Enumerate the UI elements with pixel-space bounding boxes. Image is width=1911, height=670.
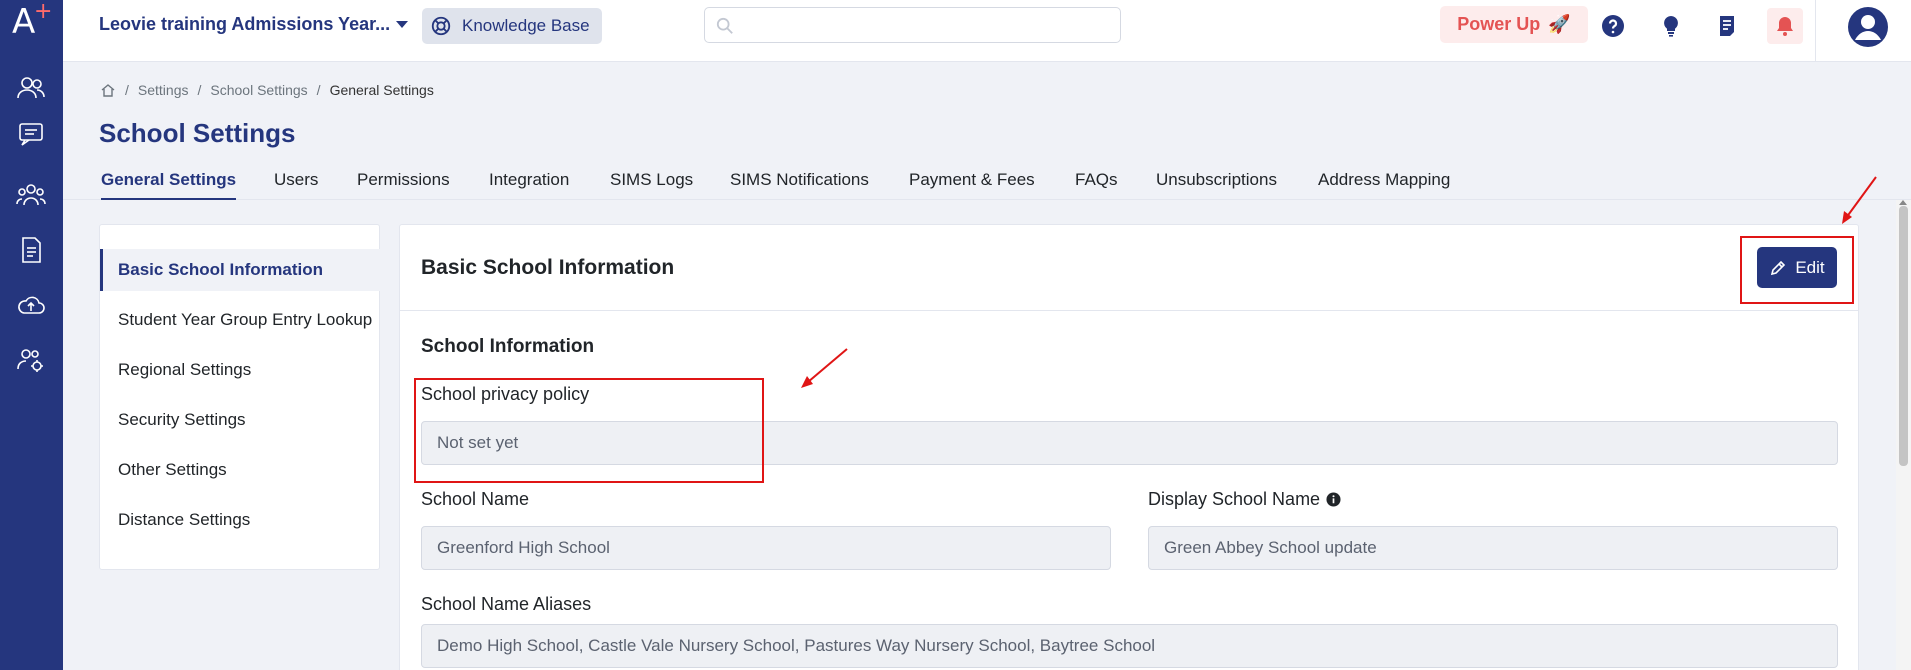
notes-icon[interactable]: [1709, 8, 1745, 44]
tab-sims-logs[interactable]: SIMS Logs: [610, 170, 693, 190]
label-text: Display School Name: [1148, 489, 1321, 509]
side-nav-label: Security Settings: [118, 410, 246, 429]
display-school-name-label: Display School Name: [1148, 489, 1341, 510]
side-nav-security-settings[interactable]: Security Settings: [100, 399, 380, 441]
knowledge-base-label: Knowledge Base: [462, 16, 590, 35]
card-title: Basic School Information: [421, 256, 675, 279]
logo-plus: +: [34, 0, 53, 24]
rocket-icon: 🚀: [1548, 14, 1571, 34]
left-rail: A +: [0, 0, 63, 670]
tab-payment-fees[interactable]: Payment & Fees: [909, 170, 1035, 190]
logo-letter: A: [12, 2, 36, 42]
school-name-field[interactable]: Greenford High School: [421, 526, 1111, 570]
breadcrumb-school-settings[interactable]: School Settings: [210, 82, 307, 98]
rail-group-icon[interactable]: [12, 178, 50, 212]
side-nav-label: Regional Settings: [118, 360, 252, 379]
search-icon: [716, 17, 733, 34]
settings-side-nav: Basic School Information Student Year Gr…: [99, 224, 380, 570]
label-text: School Name: [421, 489, 530, 509]
page-scrollbar[interactable]: [1896, 200, 1911, 670]
side-nav-regional-settings[interactable]: Regional Settings: [100, 349, 380, 391]
side-nav-basic-school-information[interactable]: Basic School Information: [100, 249, 380, 291]
page-title: School Settings: [99, 118, 296, 148]
caret-down-icon: [396, 21, 409, 28]
tab-general-settings[interactable]: General Settings: [101, 170, 237, 200]
tab-permissions[interactable]: Permissions: [357, 170, 450, 190]
user-avatar-icon[interactable]: [1847, 6, 1889, 48]
label-text: School Name Aliases: [421, 594, 592, 614]
breadcrumb-settings[interactable]: Settings: [138, 82, 189, 98]
knowledge-base-button[interactable]: Knowledge Base: [422, 8, 602, 44]
arrow-annotation-privacy: [801, 348, 848, 388]
breadcrumb-separator: /: [197, 82, 202, 98]
side-nav-distance-settings[interactable]: Distance Settings: [100, 499, 380, 541]
rail-users-settings-icon[interactable]: [12, 343, 50, 377]
side-nav-label: Basic School Information: [118, 260, 323, 279]
rail-document-icon[interactable]: [12, 233, 50, 267]
tab-sims-notifications[interactable]: SIMS Notifications: [730, 170, 869, 190]
breadcrumb-separator: /: [125, 82, 129, 98]
power-up-button[interactable]: Power Up 🚀: [1440, 6, 1588, 43]
scrollbar-thumb[interactable]: [1899, 206, 1908, 466]
scroll-up-arrow-icon[interactable]: [1899, 200, 1907, 205]
breadcrumb-general-settings: General Settings: [329, 82, 434, 98]
rail-cloud-upload-icon[interactable]: [12, 288, 50, 322]
card-header: Basic School Information Edit: [400, 225, 1858, 311]
header-divider: [1815, 0, 1816, 62]
display-school-name-field[interactable]: Green Abbey School update: [1148, 526, 1838, 570]
breadcrumb-separator: /: [316, 82, 321, 98]
notification-bell-icon[interactable]: [1767, 8, 1803, 44]
rail-users-icon[interactable]: [12, 71, 50, 105]
tab-users[interactable]: Users: [274, 170, 318, 190]
power-up-label: Power Up: [1457, 14, 1541, 34]
home-icon[interactable]: [100, 82, 116, 98]
tab-integration[interactable]: Integration: [489, 170, 569, 190]
side-nav-other-settings[interactable]: Other Settings: [100, 449, 380, 491]
workspace-selector[interactable]: Leovie training Admissions Year...: [99, 14, 409, 35]
side-nav-student-year-group[interactable]: Student Year Group Entry Lookup: [100, 299, 380, 341]
tab-address-mapping[interactable]: Address Mapping: [1318, 170, 1450, 190]
search-input[interactable]: [704, 7, 1121, 43]
lightbulb-icon[interactable]: [1653, 8, 1689, 44]
school-name-aliases-field[interactable]: Demo High School, Castle Vale Nursery Sc…: [421, 624, 1838, 668]
rail-messages-icon[interactable]: [12, 117, 50, 151]
privacy-highlight-box: [414, 378, 764, 483]
help-icon[interactable]: [1595, 8, 1631, 44]
side-nav-label: Student Year Group Entry Lookup: [118, 310, 373, 329]
tab-faqs[interactable]: FAQs: [1075, 170, 1118, 190]
workspace-title: Leovie training Admissions Year...: [99, 14, 391, 34]
lifebuoy-icon: [431, 16, 451, 36]
side-nav-label: Distance Settings: [118, 510, 251, 529]
school-name-aliases-label: School Name Aliases: [421, 594, 591, 615]
app-logo[interactable]: A +: [12, 0, 53, 42]
info-icon[interactable]: [1326, 492, 1341, 507]
tab-unsubscriptions[interactable]: Unsubscriptions: [1156, 170, 1277, 190]
section-title: School Information: [421, 336, 595, 357]
top-header: Leovie training Admissions Year... Knowl…: [63, 0, 1911, 62]
breadcrumb: / Settings / School Settings / General S…: [100, 82, 434, 98]
edit-highlight-box: [1740, 236, 1854, 304]
school-name-label: School Name: [421, 489, 529, 510]
arrow-annotation-edit: [1842, 176, 1877, 224]
side-nav-label: Other Settings: [118, 460, 227, 479]
tab-bar: General Settings Users Permissions Integ…: [63, 160, 1911, 200]
